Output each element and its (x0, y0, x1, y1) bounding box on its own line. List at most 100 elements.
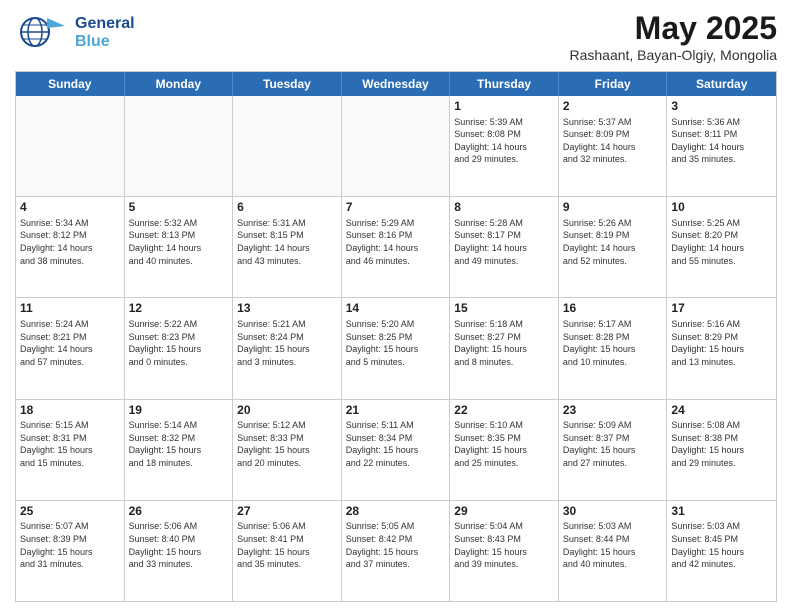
day-header-sunday: Sunday (16, 72, 125, 96)
week-row-3: 11Sunrise: 5:24 AM Sunset: 8:21 PM Dayli… (16, 298, 776, 399)
day-number: 5 (129, 200, 229, 216)
day-cell: 2Sunrise: 5:37 AM Sunset: 8:09 PM Daylig… (559, 96, 668, 196)
day-number: 17 (671, 301, 772, 317)
day-info: Sunrise: 5:28 AM Sunset: 8:17 PM Dayligh… (454, 217, 554, 267)
day-number: 25 (20, 504, 120, 520)
logo-blue: Blue (75, 33, 135, 51)
day-number: 27 (237, 504, 337, 520)
day-number: 19 (129, 403, 229, 419)
day-cell: 14Sunrise: 5:20 AM Sunset: 8:25 PM Dayli… (342, 298, 451, 398)
day-number: 11 (20, 301, 120, 317)
day-cell (16, 96, 125, 196)
day-cell: 17Sunrise: 5:16 AM Sunset: 8:29 PM Dayli… (667, 298, 776, 398)
day-header-thursday: Thursday (450, 72, 559, 96)
page: General Blue May 2025 Rashaant, Bayan-Ol… (0, 0, 792, 612)
week-row-1: 1Sunrise: 5:39 AM Sunset: 8:08 PM Daylig… (16, 96, 776, 197)
day-number: 20 (237, 403, 337, 419)
day-info: Sunrise: 5:36 AM Sunset: 8:11 PM Dayligh… (671, 116, 772, 166)
day-cell: 3Sunrise: 5:36 AM Sunset: 8:11 PM Daylig… (667, 96, 776, 196)
day-info: Sunrise: 5:06 AM Sunset: 8:40 PM Dayligh… (129, 520, 229, 570)
day-cell: 8Sunrise: 5:28 AM Sunset: 8:17 PM Daylig… (450, 197, 559, 297)
week-row-5: 25Sunrise: 5:07 AM Sunset: 8:39 PM Dayli… (16, 501, 776, 601)
day-number: 30 (563, 504, 663, 520)
day-number: 21 (346, 403, 446, 419)
day-cell: 4Sunrise: 5:34 AM Sunset: 8:12 PM Daylig… (16, 197, 125, 297)
day-number: 24 (671, 403, 772, 419)
day-number: 9 (563, 200, 663, 216)
day-cell: 1Sunrise: 5:39 AM Sunset: 8:08 PM Daylig… (450, 96, 559, 196)
day-cell: 28Sunrise: 5:05 AM Sunset: 8:42 PM Dayli… (342, 501, 451, 601)
day-number: 29 (454, 504, 554, 520)
day-number: 13 (237, 301, 337, 317)
day-cell: 22Sunrise: 5:10 AM Sunset: 8:35 PM Dayli… (450, 400, 559, 500)
title-area: May 2025 Rashaant, Bayan-Olgiy, Mongolia (569, 10, 777, 63)
day-info: Sunrise: 5:37 AM Sunset: 8:09 PM Dayligh… (563, 116, 663, 166)
day-number: 6 (237, 200, 337, 216)
day-number: 8 (454, 200, 554, 216)
day-cell: 20Sunrise: 5:12 AM Sunset: 8:33 PM Dayli… (233, 400, 342, 500)
logo-general: General (75, 15, 135, 33)
calendar-body: 1Sunrise: 5:39 AM Sunset: 8:08 PM Daylig… (16, 96, 776, 601)
day-cell: 7Sunrise: 5:29 AM Sunset: 8:16 PM Daylig… (342, 197, 451, 297)
day-info: Sunrise: 5:18 AM Sunset: 8:27 PM Dayligh… (454, 318, 554, 368)
day-info: Sunrise: 5:08 AM Sunset: 8:38 PM Dayligh… (671, 419, 772, 469)
day-cell: 9Sunrise: 5:26 AM Sunset: 8:19 PM Daylig… (559, 197, 668, 297)
day-number: 26 (129, 504, 229, 520)
day-info: Sunrise: 5:14 AM Sunset: 8:32 PM Dayligh… (129, 419, 229, 469)
day-info: Sunrise: 5:29 AM Sunset: 8:16 PM Dayligh… (346, 217, 446, 267)
day-cell: 18Sunrise: 5:15 AM Sunset: 8:31 PM Dayli… (16, 400, 125, 500)
week-row-4: 18Sunrise: 5:15 AM Sunset: 8:31 PM Dayli… (16, 400, 776, 501)
day-info: Sunrise: 5:07 AM Sunset: 8:39 PM Dayligh… (20, 520, 120, 570)
day-info: Sunrise: 5:06 AM Sunset: 8:41 PM Dayligh… (237, 520, 337, 570)
day-info: Sunrise: 5:05 AM Sunset: 8:42 PM Dayligh… (346, 520, 446, 570)
day-info: Sunrise: 5:26 AM Sunset: 8:19 PM Dayligh… (563, 217, 663, 267)
month-title: May 2025 (569, 10, 777, 47)
day-cell: 29Sunrise: 5:04 AM Sunset: 8:43 PM Dayli… (450, 501, 559, 601)
day-cell (342, 96, 451, 196)
day-number: 12 (129, 301, 229, 317)
day-header-tuesday: Tuesday (233, 72, 342, 96)
header: General Blue May 2025 Rashaant, Bayan-Ol… (15, 10, 777, 63)
day-info: Sunrise: 5:10 AM Sunset: 8:35 PM Dayligh… (454, 419, 554, 469)
day-cell: 31Sunrise: 5:03 AM Sunset: 8:45 PM Dayli… (667, 501, 776, 601)
day-number: 15 (454, 301, 554, 317)
day-info: Sunrise: 5:04 AM Sunset: 8:43 PM Dayligh… (454, 520, 554, 570)
day-number: 18 (20, 403, 120, 419)
calendar: SundayMondayTuesdayWednesdayThursdayFrid… (15, 71, 777, 602)
logo-icon (15, 10, 70, 55)
logo-text: General Blue (75, 15, 135, 51)
day-cell (125, 96, 234, 196)
day-info: Sunrise: 5:24 AM Sunset: 8:21 PM Dayligh… (20, 318, 120, 368)
day-number: 10 (671, 200, 772, 216)
day-info: Sunrise: 5:39 AM Sunset: 8:08 PM Dayligh… (454, 116, 554, 166)
day-cell: 16Sunrise: 5:17 AM Sunset: 8:28 PM Dayli… (559, 298, 668, 398)
day-cell: 26Sunrise: 5:06 AM Sunset: 8:40 PM Dayli… (125, 501, 234, 601)
day-info: Sunrise: 5:21 AM Sunset: 8:24 PM Dayligh… (237, 318, 337, 368)
day-number: 31 (671, 504, 772, 520)
day-info: Sunrise: 5:25 AM Sunset: 8:20 PM Dayligh… (671, 217, 772, 267)
day-info: Sunrise: 5:11 AM Sunset: 8:34 PM Dayligh… (346, 419, 446, 469)
day-cell: 5Sunrise: 5:32 AM Sunset: 8:13 PM Daylig… (125, 197, 234, 297)
day-number: 28 (346, 504, 446, 520)
day-cell: 24Sunrise: 5:08 AM Sunset: 8:38 PM Dayli… (667, 400, 776, 500)
day-info: Sunrise: 5:22 AM Sunset: 8:23 PM Dayligh… (129, 318, 229, 368)
day-number: 4 (20, 200, 120, 216)
logo: General Blue (15, 10, 135, 55)
day-info: Sunrise: 5:34 AM Sunset: 8:12 PM Dayligh… (20, 217, 120, 267)
day-cell: 25Sunrise: 5:07 AM Sunset: 8:39 PM Dayli… (16, 501, 125, 601)
day-header-wednesday: Wednesday (342, 72, 451, 96)
day-info: Sunrise: 5:17 AM Sunset: 8:28 PM Dayligh… (563, 318, 663, 368)
day-header-monday: Monday (125, 72, 234, 96)
day-number: 16 (563, 301, 663, 317)
day-header-saturday: Saturday (667, 72, 776, 96)
day-cell: 15Sunrise: 5:18 AM Sunset: 8:27 PM Dayli… (450, 298, 559, 398)
day-info: Sunrise: 5:32 AM Sunset: 8:13 PM Dayligh… (129, 217, 229, 267)
day-cell: 30Sunrise: 5:03 AM Sunset: 8:44 PM Dayli… (559, 501, 668, 601)
day-cell: 10Sunrise: 5:25 AM Sunset: 8:20 PM Dayli… (667, 197, 776, 297)
day-number: 7 (346, 200, 446, 216)
day-cell: 13Sunrise: 5:21 AM Sunset: 8:24 PM Dayli… (233, 298, 342, 398)
week-row-2: 4Sunrise: 5:34 AM Sunset: 8:12 PM Daylig… (16, 197, 776, 298)
day-cell: 27Sunrise: 5:06 AM Sunset: 8:41 PM Dayli… (233, 501, 342, 601)
day-header-friday: Friday (559, 72, 668, 96)
day-info: Sunrise: 5:12 AM Sunset: 8:33 PM Dayligh… (237, 419, 337, 469)
